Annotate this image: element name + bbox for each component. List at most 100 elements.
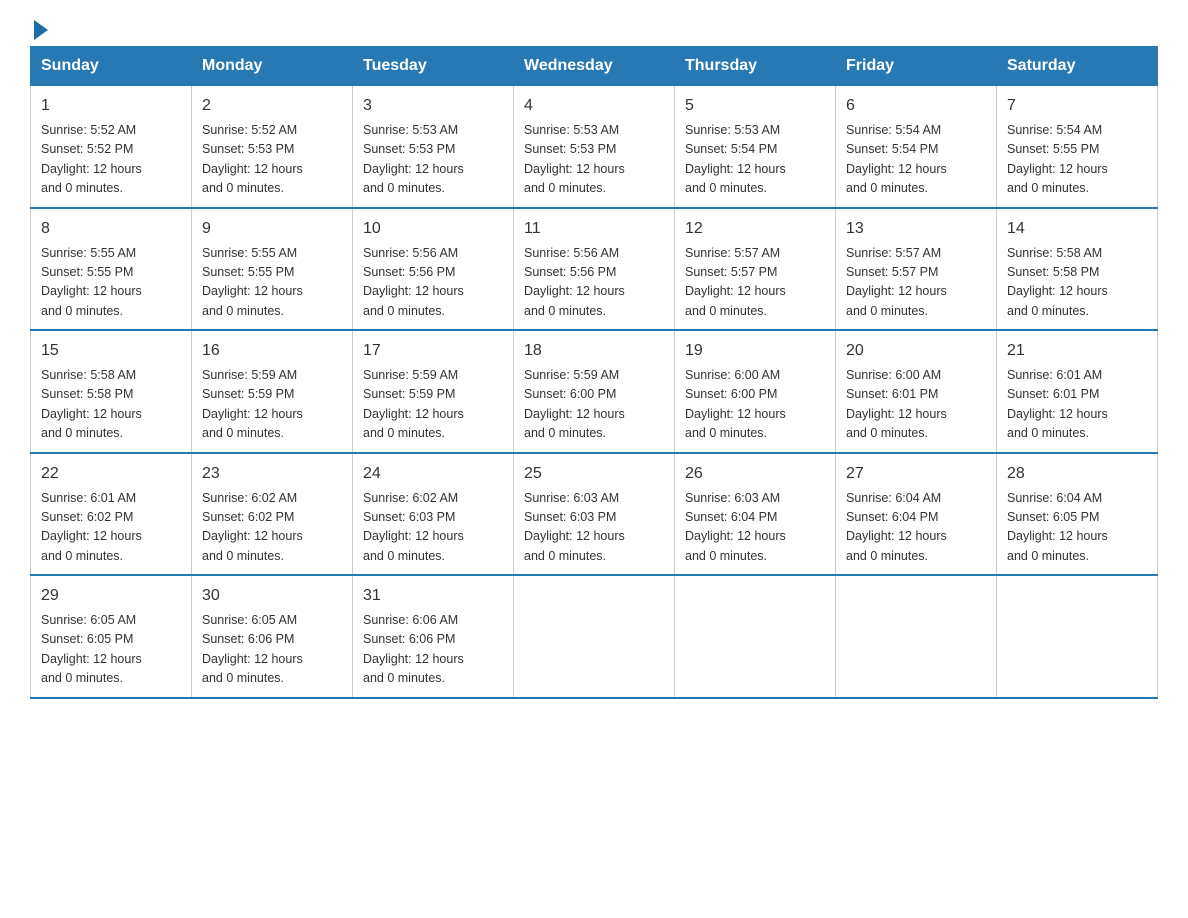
day-info: Sunrise: 5:52 AMSunset: 5:53 PMDaylight:… <box>202 121 342 199</box>
day-info: Sunrise: 6:02 AMSunset: 6:03 PMDaylight:… <box>363 489 503 567</box>
day-number: 4 <box>524 94 664 118</box>
day-number: 21 <box>1007 339 1147 363</box>
calendar-cell: 24 Sunrise: 6:02 AMSunset: 6:03 PMDayligh… <box>353 453 514 576</box>
day-number: 5 <box>685 94 825 118</box>
day-number: 15 <box>41 339 181 363</box>
day-info: Sunrise: 6:02 AMSunset: 6:02 PMDaylight:… <box>202 489 342 567</box>
day-number: 31 <box>363 584 503 608</box>
day-number: 24 <box>363 462 503 486</box>
calendar-cell <box>514 575 675 698</box>
day-info: Sunrise: 6:03 AMSunset: 6:04 PMDaylight:… <box>685 489 825 567</box>
day-info: Sunrise: 6:01 AMSunset: 6:01 PMDaylight:… <box>1007 366 1147 444</box>
calendar-cell: 20 Sunrise: 6:00 AMSunset: 6:01 PMDayligh… <box>836 330 997 453</box>
day-info: Sunrise: 5:58 AMSunset: 5:58 PMDaylight:… <box>1007 244 1147 322</box>
day-info: Sunrise: 5:56 AMSunset: 5:56 PMDaylight:… <box>524 244 664 322</box>
calendar-cell: 8 Sunrise: 5:55 AMSunset: 5:55 PMDaylight… <box>31 208 192 331</box>
day-info: Sunrise: 6:04 AMSunset: 6:04 PMDaylight:… <box>846 489 986 567</box>
calendar-cell: 3 Sunrise: 5:53 AMSunset: 5:53 PMDaylight… <box>353 86 514 208</box>
calendar-cell: 2 Sunrise: 5:52 AMSunset: 5:53 PMDaylight… <box>192 86 353 208</box>
day-info: Sunrise: 5:59 AMSunset: 6:00 PMDaylight:… <box>524 366 664 444</box>
day-info: Sunrise: 6:00 AMSunset: 6:00 PMDaylight:… <box>685 366 825 444</box>
calendar-cell <box>997 575 1158 698</box>
day-info: Sunrise: 5:56 AMSunset: 5:56 PMDaylight:… <box>363 244 503 322</box>
day-info: Sunrise: 6:03 AMSunset: 6:03 PMDaylight:… <box>524 489 664 567</box>
page-header <box>30 20 1158 36</box>
calendar-cell: 5 Sunrise: 5:53 AMSunset: 5:54 PMDaylight… <box>675 86 836 208</box>
calendar-cell: 23 Sunrise: 6:02 AMSunset: 6:02 PMDayligh… <box>192 453 353 576</box>
day-number: 22 <box>41 462 181 486</box>
day-info: Sunrise: 6:06 AMSunset: 6:06 PMDaylight:… <box>363 611 503 689</box>
day-number: 27 <box>846 462 986 486</box>
calendar-cell: 22 Sunrise: 6:01 AMSunset: 6:02 PMDayligh… <box>31 453 192 576</box>
day-number: 30 <box>202 584 342 608</box>
day-header-saturday: Saturday <box>997 47 1158 86</box>
day-number: 12 <box>685 217 825 241</box>
logo <box>30 20 48 36</box>
calendar-week-row: 29 Sunrise: 6:05 AMSunset: 6:05 PMDayligh… <box>31 575 1158 698</box>
day-info: Sunrise: 5:53 AMSunset: 5:53 PMDaylight:… <box>363 121 503 199</box>
day-number: 17 <box>363 339 503 363</box>
calendar-week-row: 8 Sunrise: 5:55 AMSunset: 5:55 PMDaylight… <box>31 208 1158 331</box>
calendar-cell: 21 Sunrise: 6:01 AMSunset: 6:01 PMDayligh… <box>997 330 1158 453</box>
calendar-cell: 18 Sunrise: 5:59 AMSunset: 6:00 PMDayligh… <box>514 330 675 453</box>
calendar-week-row: 1 Sunrise: 5:52 AMSunset: 5:52 PMDaylight… <box>31 86 1158 208</box>
calendar-cell: 1 Sunrise: 5:52 AMSunset: 5:52 PMDaylight… <box>31 86 192 208</box>
day-number: 19 <box>685 339 825 363</box>
day-header-sunday: Sunday <box>31 47 192 86</box>
calendar-cell: 25 Sunrise: 6:03 AMSunset: 6:03 PMDayligh… <box>514 453 675 576</box>
day-number: 14 <box>1007 217 1147 241</box>
calendar-cell: 11 Sunrise: 5:56 AMSunset: 5:56 PMDayligh… <box>514 208 675 331</box>
day-number: 11 <box>524 217 664 241</box>
day-header-wednesday: Wednesday <box>514 47 675 86</box>
day-number: 3 <box>363 94 503 118</box>
calendar-cell: 4 Sunrise: 5:53 AMSunset: 5:53 PMDaylight… <box>514 86 675 208</box>
day-number: 23 <box>202 462 342 486</box>
day-info: Sunrise: 6:05 AMSunset: 6:06 PMDaylight:… <box>202 611 342 689</box>
day-info: Sunrise: 5:52 AMSunset: 5:52 PMDaylight:… <box>41 121 181 199</box>
day-number: 16 <box>202 339 342 363</box>
calendar-cell <box>836 575 997 698</box>
day-number: 8 <box>41 217 181 241</box>
day-info: Sunrise: 5:54 AMSunset: 5:55 PMDaylight:… <box>1007 121 1147 199</box>
calendar-cell: 31 Sunrise: 6:06 AMSunset: 6:06 PMDayligh… <box>353 575 514 698</box>
day-info: Sunrise: 5:57 AMSunset: 5:57 PMDaylight:… <box>685 244 825 322</box>
calendar-cell: 15 Sunrise: 5:58 AMSunset: 5:58 PMDayligh… <box>31 330 192 453</box>
day-info: Sunrise: 5:55 AMSunset: 5:55 PMDaylight:… <box>41 244 181 322</box>
day-header-thursday: Thursday <box>675 47 836 86</box>
logo-general-text <box>30 20 48 40</box>
day-info: Sunrise: 5:53 AMSunset: 5:54 PMDaylight:… <box>685 121 825 199</box>
day-number: 29 <box>41 584 181 608</box>
day-number: 10 <box>363 217 503 241</box>
day-info: Sunrise: 5:55 AMSunset: 5:55 PMDaylight:… <box>202 244 342 322</box>
day-number: 1 <box>41 94 181 118</box>
day-number: 7 <box>1007 94 1147 118</box>
calendar-cell: 14 Sunrise: 5:58 AMSunset: 5:58 PMDayligh… <box>997 208 1158 331</box>
calendar-cell: 9 Sunrise: 5:55 AMSunset: 5:55 PMDaylight… <box>192 208 353 331</box>
day-number: 13 <box>846 217 986 241</box>
day-info: Sunrise: 6:01 AMSunset: 6:02 PMDaylight:… <box>41 489 181 567</box>
calendar-week-row: 22 Sunrise: 6:01 AMSunset: 6:02 PMDayligh… <box>31 453 1158 576</box>
day-info: Sunrise: 6:05 AMSunset: 6:05 PMDaylight:… <box>41 611 181 689</box>
day-info: Sunrise: 5:57 AMSunset: 5:57 PMDaylight:… <box>846 244 986 322</box>
calendar-cell <box>675 575 836 698</box>
day-number: 2 <box>202 94 342 118</box>
day-info: Sunrise: 6:04 AMSunset: 6:05 PMDaylight:… <box>1007 489 1147 567</box>
calendar-week-row: 15 Sunrise: 5:58 AMSunset: 5:58 PMDayligh… <box>31 330 1158 453</box>
calendar-cell: 28 Sunrise: 6:04 AMSunset: 6:05 PMDayligh… <box>997 453 1158 576</box>
logo-arrow-icon <box>34 20 48 40</box>
calendar-cell: 7 Sunrise: 5:54 AMSunset: 5:55 PMDaylight… <box>997 86 1158 208</box>
day-info: Sunrise: 5:59 AMSunset: 5:59 PMDaylight:… <box>202 366 342 444</box>
day-number: 25 <box>524 462 664 486</box>
day-number: 20 <box>846 339 986 363</box>
day-number: 28 <box>1007 462 1147 486</box>
day-info: Sunrise: 6:00 AMSunset: 6:01 PMDaylight:… <box>846 366 986 444</box>
day-info: Sunrise: 5:53 AMSunset: 5:53 PMDaylight:… <box>524 121 664 199</box>
calendar-cell: 10 Sunrise: 5:56 AMSunset: 5:56 PMDayligh… <box>353 208 514 331</box>
day-header-tuesday: Tuesday <box>353 47 514 86</box>
day-number: 9 <box>202 217 342 241</box>
calendar-cell: 17Sunrise: 5:59 AMSunset: 5:59 PMDayligh… <box>353 330 514 453</box>
calendar-cell: 29 Sunrise: 6:05 AMSunset: 6:05 PMDayligh… <box>31 575 192 698</box>
calendar-cell: 30 Sunrise: 6:05 AMSunset: 6:06 PMDayligh… <box>192 575 353 698</box>
day-number: 18 <box>524 339 664 363</box>
day-info: Sunrise: 5:58 AMSunset: 5:58 PMDaylight:… <box>41 366 181 444</box>
